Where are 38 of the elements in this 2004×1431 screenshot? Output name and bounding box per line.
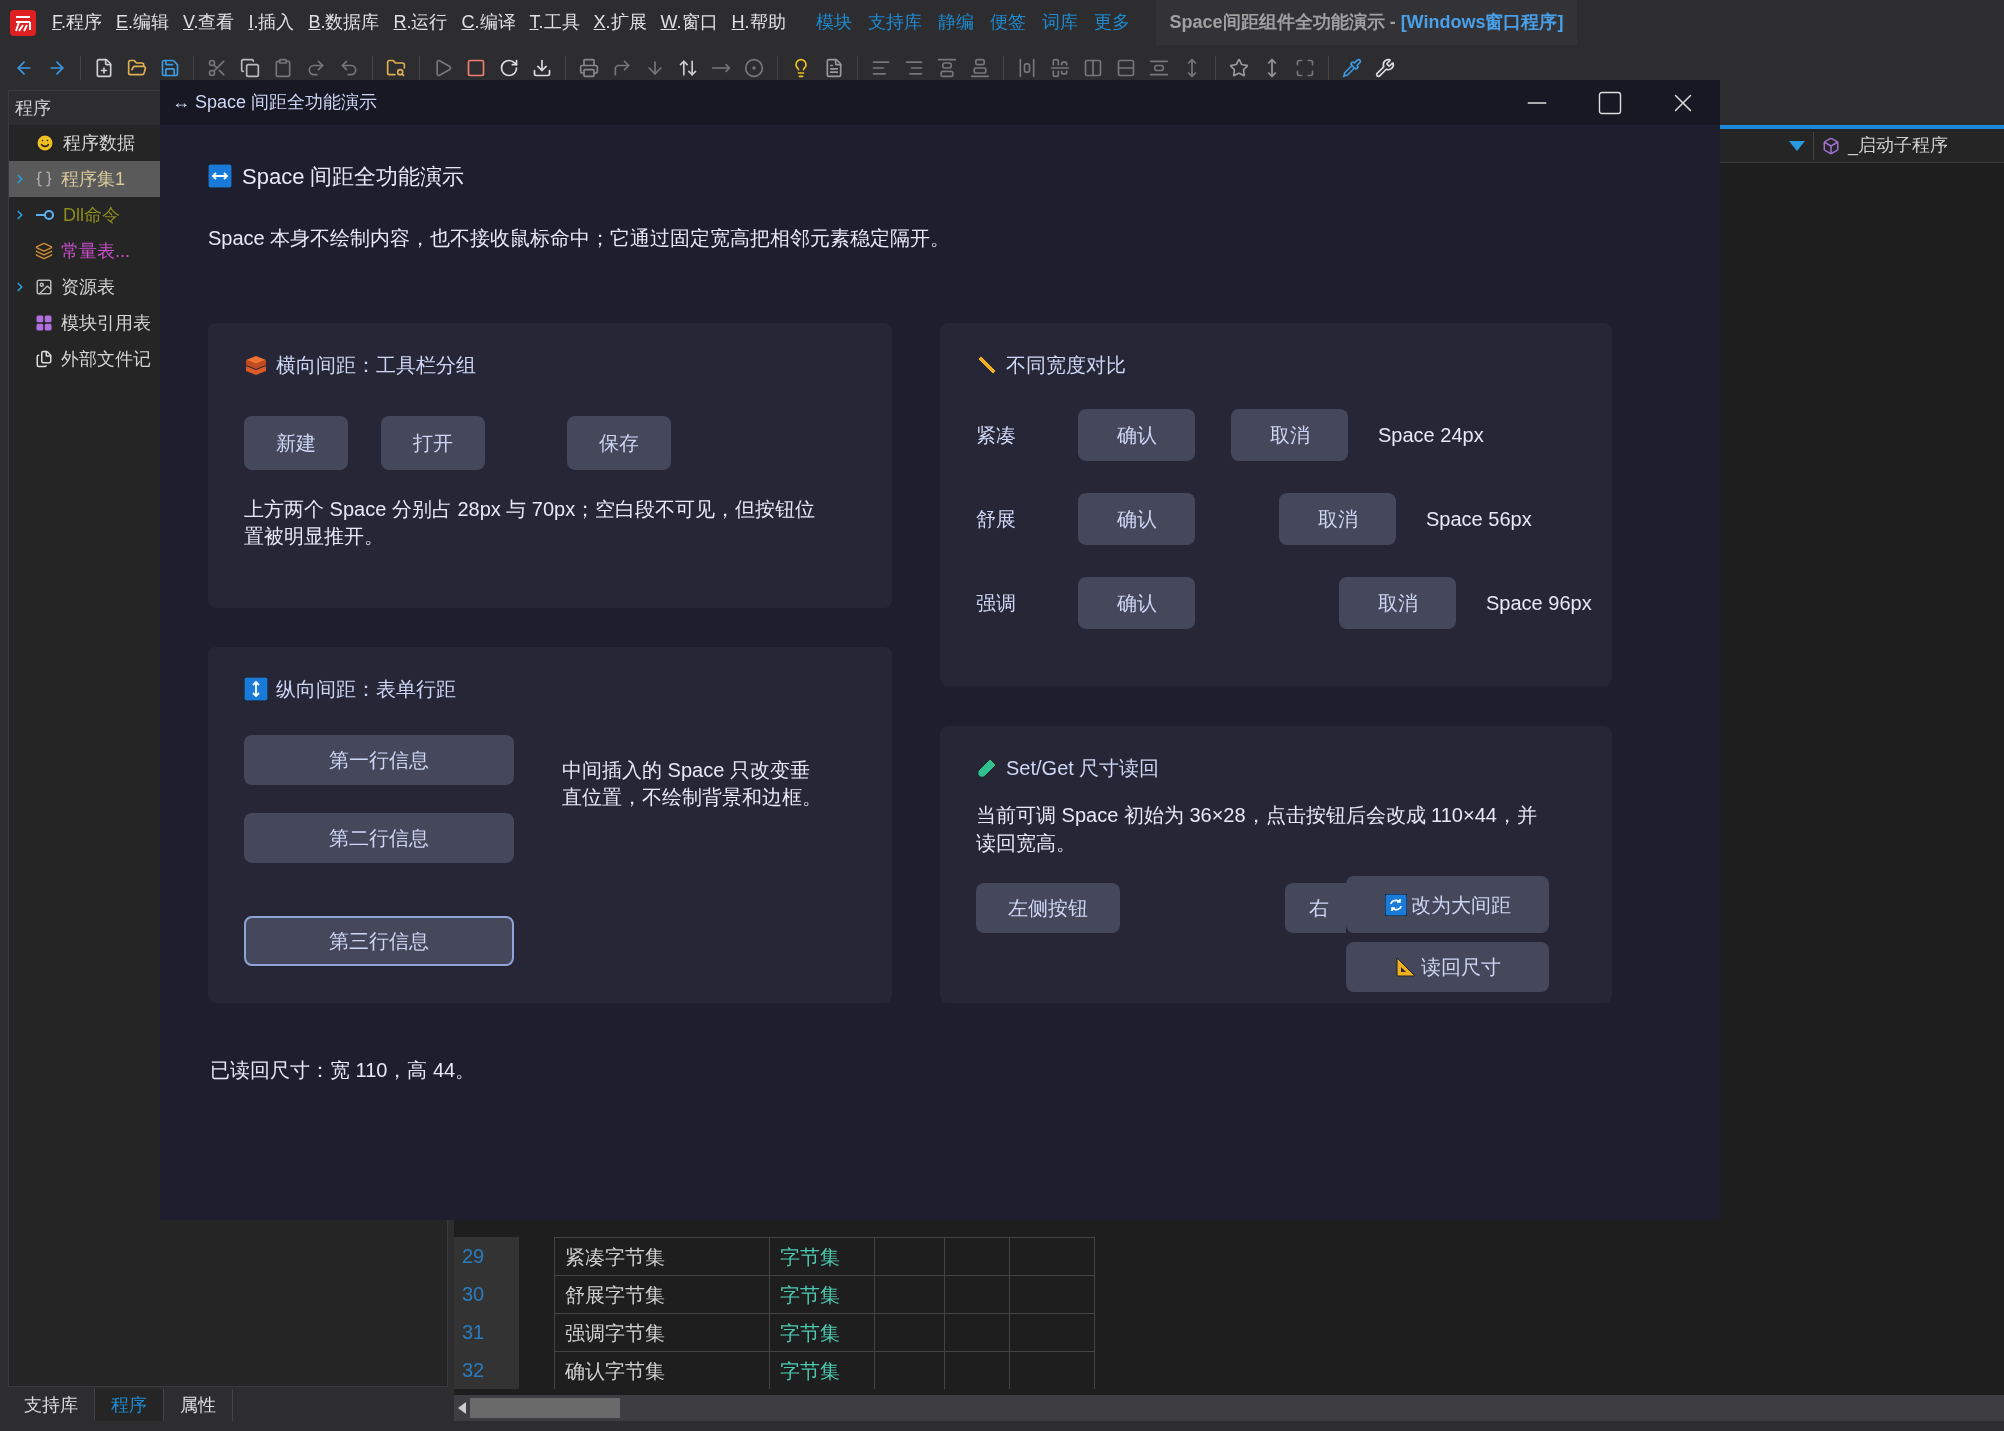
info-text: 当前可调 Space 初始为 36×28，点击按钮后会改成 110×44，并读回宽高。	[976, 803, 1538, 856]
result-text: 已读回尺寸：宽 110，高 44。	[210, 1058, 477, 1083]
table-cell-text: 字节集	[780, 1282, 840, 1308]
tree-item-label: 外部文件记	[61, 347, 151, 371]
table-cell-text: 字节集	[780, 1320, 840, 1346]
space-width-label: Space 96px	[1486, 591, 1592, 616]
card-title: 不同宽度对比	[1006, 353, 1126, 378]
card-title: 横向间距：工具栏分组	[276, 353, 476, 378]
tree-item-label: 模块引用表	[61, 311, 151, 335]
space-width-label: Space 56px	[1426, 507, 1532, 532]
description-text: Space 本身不绘制内容，也不接收鼠标命中；它通过固定宽高把相邻元素稳定隔开。	[208, 226, 952, 251]
line-number: 29	[462, 1244, 485, 1269]
table-cell-text: 舒展字节集	[565, 1282, 665, 1308]
table-cell-text: 字节集	[780, 1358, 840, 1384]
panel-title: 程序	[15, 96, 51, 120]
table-cell-text: 字节集	[780, 1244, 840, 1270]
table-cell-text: 确认字节集	[565, 1358, 665, 1384]
tree-item-label: 资源表	[61, 275, 115, 299]
tree-item-label: 常量表...	[61, 239, 130, 263]
card-title: 纵向间距：表单行距	[276, 677, 456, 702]
line-number: 30	[462, 1282, 485, 1307]
space-width-label: Space 24px	[1378, 423, 1484, 448]
row-label: 强调	[976, 591, 1017, 616]
tree-item-label: Dll命令	[63, 203, 120, 227]
table-cell-text: 强调字节集	[565, 1320, 665, 1346]
procedure-name: _启动子程序	[1848, 134, 1949, 158]
dialog-heading: Space 间距全功能演示	[242, 162, 465, 191]
row-label: 紧凑	[976, 423, 1017, 448]
line-number: 31	[462, 1320, 485, 1345]
note-text: 中间插入的 Space 只改变垂直位置，不绘制背景和边框。	[562, 758, 823, 810]
card-title: Set/Get 尺寸读回	[1006, 756, 1160, 781]
window-title: ↔ Space 间距全功能演示	[172, 91, 378, 114]
note-text: 上方两个 Space 分别占 28px 与 70px；空白段不可见，但按钮位置被明显推开。	[244, 497, 817, 549]
tree-item-label: 程序数据	[63, 131, 135, 155]
line-number: 32	[462, 1358, 485, 1383]
row-label: 舒展	[976, 507, 1017, 532]
tree-item-label: 程序集1	[61, 167, 125, 191]
table-cell-text: 紧凑字节集	[565, 1244, 665, 1270]
